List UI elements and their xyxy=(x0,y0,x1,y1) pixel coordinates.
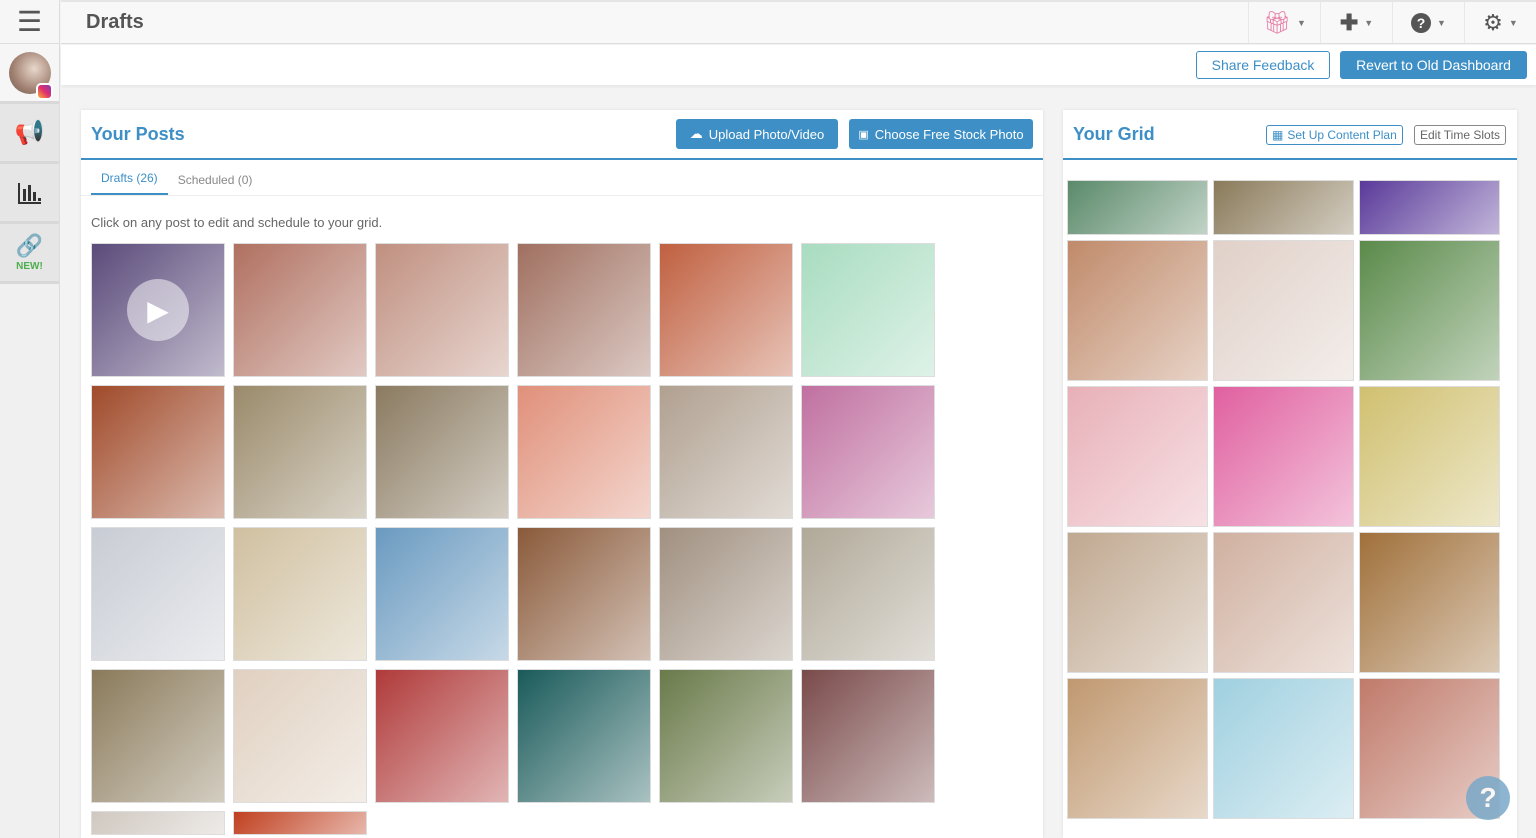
sidebar-item-campaigns[interactable]: 📢 xyxy=(0,104,59,164)
caret-down-icon: ▼ xyxy=(1508,17,1518,28)
grid-post-tile[interactable] xyxy=(1067,240,1208,381)
grid-post-tile[interactable] xyxy=(1067,386,1208,527)
instagram-grid xyxy=(1067,180,1507,820)
image-icon: ▣ xyxy=(858,128,869,141)
top-bar: Drafts 🎁︎ ▼ ✚ ▼ ? ▼ ⚙ ▼ xyxy=(61,0,1536,44)
grid-post-tile[interactable] xyxy=(1213,240,1354,381)
stock-label: Choose Free Stock Photo xyxy=(874,126,1024,142)
gift-icon: 🎁︎ xyxy=(1263,9,1291,35)
settings-menu[interactable]: ⚙ ▼ xyxy=(1464,2,1536,43)
calendar-icon: ▦ xyxy=(1272,128,1284,142)
draft-post-tile[interactable] xyxy=(233,385,367,519)
caret-down-icon: ▼ xyxy=(1364,17,1374,28)
grid-post-tile[interactable] xyxy=(1359,180,1500,235)
gift-menu[interactable]: 🎁︎ ▼ xyxy=(1248,2,1320,43)
draft-post-tile[interactable] xyxy=(801,243,935,377)
sidebar-item-link[interactable]: 🔗 NEW! xyxy=(0,224,59,284)
caret-down-icon: ▼ xyxy=(1437,17,1446,28)
draft-post-tile[interactable] xyxy=(91,811,225,835)
draft-post-tile[interactable] xyxy=(801,385,935,519)
grid-post-tile[interactable] xyxy=(1359,240,1500,381)
grid-post-tile[interactable] xyxy=(1359,386,1500,527)
menu-button[interactable]: ☰ xyxy=(0,0,59,44)
play-icon: ▶ xyxy=(127,279,189,341)
draft-post-tile[interactable] xyxy=(91,385,225,519)
draft-post-tile[interactable] xyxy=(659,527,793,661)
draft-post-tile[interactable] xyxy=(801,669,935,803)
help-button[interactable]: ? xyxy=(1466,776,1510,820)
draft-post-tile[interactable] xyxy=(233,243,367,377)
grid-post-tile[interactable] xyxy=(1213,678,1354,819)
sidebar: ☰ 📢 🔗 NEW! xyxy=(0,0,60,838)
draft-post-tile[interactable] xyxy=(91,527,225,661)
grid-post-tile[interactable] xyxy=(1213,532,1354,673)
grid-post-tile[interactable] xyxy=(1213,386,1354,527)
question-icon: ? xyxy=(1411,12,1432,33)
draft-post-tile[interactable] xyxy=(659,669,793,803)
draft-post-tile[interactable] xyxy=(517,385,651,519)
tab-scheduled[interactable]: Scheduled (0) xyxy=(168,173,263,195)
edit-time-slots-button[interactable]: Edit Time Slots xyxy=(1414,125,1507,145)
upload-label: Upload Photo/Video xyxy=(708,126,825,142)
your-grid-panel: Your Grid ▦ Set Up Content Plan Edit Time… xyxy=(1063,110,1517,838)
help-menu[interactable]: ? ▼ xyxy=(1392,2,1464,43)
tab-drafts[interactable]: Drafts (26) xyxy=(91,171,168,195)
action-bar: Share Feedback Revert to Old Dashboard xyxy=(61,45,1536,85)
draft-post-tile[interactable]: ▶ xyxy=(91,243,225,377)
your-posts-panel: Your Posts ☁ Upload Photo/Video ▣ Choose F… xyxy=(81,110,1043,838)
grid-post-tile[interactable] xyxy=(1067,180,1208,235)
bar-chart-icon xyxy=(17,182,41,204)
hamburger-icon: ☰ xyxy=(16,6,43,37)
grid-post-tile[interactable] xyxy=(1359,532,1500,673)
panel-title: Your Grid xyxy=(1073,123,1155,144)
draft-post-tile[interactable] xyxy=(233,527,367,661)
draft-post-tile[interactable] xyxy=(375,385,509,519)
draft-post-tile[interactable] xyxy=(91,669,225,803)
draft-post-tile[interactable] xyxy=(517,527,651,661)
content-plan-button[interactable]: ▦ Set Up Content Plan xyxy=(1266,125,1403,145)
grid-post-tile[interactable] xyxy=(1213,180,1354,235)
revert-dashboard-button[interactable]: Revert to Old Dashboard xyxy=(1340,51,1527,79)
draft-post-tile[interactable] xyxy=(801,527,935,661)
draft-post-tile[interactable] xyxy=(233,811,367,835)
account-avatar[interactable] xyxy=(0,44,59,104)
draft-post-tile[interactable] xyxy=(659,243,793,377)
megaphone-icon: 📢 xyxy=(14,119,45,146)
draft-post-tile[interactable] xyxy=(375,243,509,377)
grid-post-tile[interactable] xyxy=(1067,678,1208,819)
drafts-grid: ▶ xyxy=(91,243,951,835)
caret-down-icon: ▼ xyxy=(1297,17,1306,28)
draft-post-tile[interactable] xyxy=(375,669,509,803)
new-badge: NEW! xyxy=(16,261,43,272)
instruction-text: Click on any post to edit and schedule t… xyxy=(91,215,383,230)
draft-post-tile[interactable] xyxy=(375,527,509,661)
gear-icon: ⚙ xyxy=(1483,9,1503,35)
plus-icon: ✚ xyxy=(1339,9,1359,35)
draft-post-tile[interactable] xyxy=(659,385,793,519)
link-icon: 🔗 xyxy=(15,233,44,258)
sidebar-item-analytics[interactable] xyxy=(0,164,59,224)
stock-photo-button[interactable]: ▣ Choose Free Stock Photo xyxy=(849,119,1033,149)
cloud-upload-icon: ☁ xyxy=(689,126,703,141)
upload-button[interactable]: ☁ Upload Photo/Video xyxy=(676,119,838,149)
grid-post-tile[interactable] xyxy=(1067,532,1208,673)
draft-post-tile[interactable] xyxy=(517,669,651,803)
share-feedback-button[interactable]: Share Feedback xyxy=(1196,51,1330,79)
content-plan-label: Set Up Content Plan xyxy=(1287,128,1397,142)
add-menu[interactable]: ✚ ▼ xyxy=(1320,2,1392,43)
draft-post-tile[interactable] xyxy=(517,243,651,377)
page-title: Drafts xyxy=(86,11,144,33)
panel-title: Your Posts xyxy=(91,123,185,144)
instagram-icon xyxy=(36,83,53,100)
draft-post-tile[interactable] xyxy=(233,669,367,803)
